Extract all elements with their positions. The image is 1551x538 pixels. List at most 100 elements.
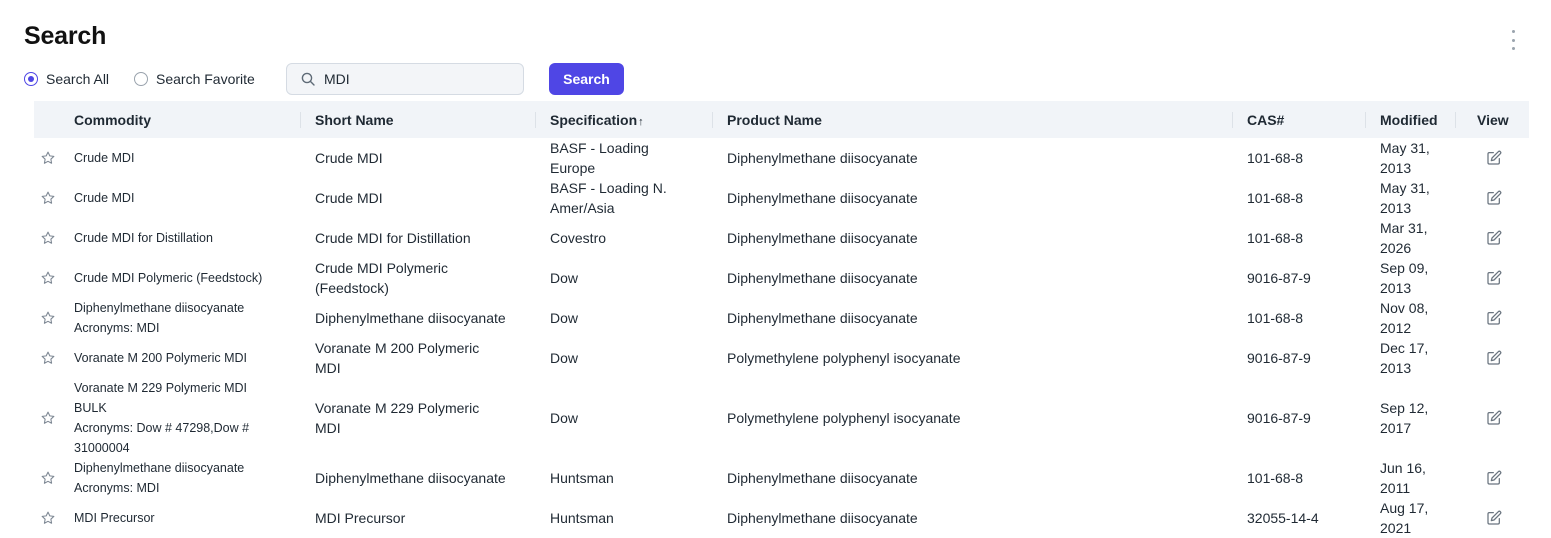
- cell-short-name: Crude MDI: [315, 178, 530, 218]
- cell-cas: 9016-87-9: [1247, 378, 1362, 458]
- table-row: Crude MDI for Distillation Crude MDI for …: [34, 218, 1529, 258]
- cell-specification-line: Europe: [550, 160, 596, 176]
- cell-modified: Jun 16, 2011: [1380, 458, 1450, 498]
- cell-commodity: Crude MDI Polymeric (Feedstock): [74, 258, 294, 298]
- cell-short-name-line: Voranate M 229 Polymeric: [315, 400, 480, 416]
- cell-commodity-line: BULK: [74, 401, 107, 415]
- cell-modified: Sep 12, 2017: [1380, 378, 1450, 458]
- cell-commodity-line: Acronyms: MDI: [74, 321, 160, 335]
- cell-product-name: Diphenylmethane diisocyanate: [727, 218, 1227, 258]
- cell-commodity: Diphenylmethane diisocyanate Acronyms: MD…: [74, 458, 294, 498]
- search-button[interactable]: Search: [549, 63, 624, 95]
- cell-specification-line: Huntsman: [550, 510, 614, 526]
- cell-short-name: MDI Precursor: [315, 498, 530, 538]
- cell-cas: 9016-87-9: [1247, 258, 1362, 298]
- radio-search-all[interactable]: Search All: [24, 71, 109, 87]
- cell-product-name-text: Diphenylmethane diisocyanate: [727, 230, 918, 246]
- cell-product-name: Diphenylmethane diisocyanate: [727, 458, 1227, 498]
- cell-modified: Aug 17, 2021: [1380, 498, 1450, 538]
- cell-modified-line: Dec 17,: [1380, 340, 1429, 356]
- column-divider: [1232, 112, 1233, 128]
- cell-modified-line: May 31,: [1380, 180, 1430, 196]
- star-icon[interactable]: [40, 230, 56, 251]
- cell-short-name: Diphenylmethane diisocyanate: [315, 458, 530, 498]
- edit-icon[interactable]: [1486, 150, 1502, 171]
- column-header-modified[interactable]: Modified: [1380, 112, 1438, 128]
- column-divider: [712, 112, 713, 128]
- column-header-specification[interactable]: Specification↑: [550, 112, 644, 128]
- column-header-cas[interactable]: CAS#: [1247, 112, 1284, 128]
- star-icon[interactable]: [40, 510, 56, 531]
- cell-commodity-line: Diphenylmethane diisocyanate: [74, 301, 245, 315]
- cell-modified-line: Jun 16,: [1380, 460, 1426, 476]
- cell-modified-line: 2013: [1380, 280, 1412, 296]
- radio-search-favorite[interactable]: Search Favorite: [134, 71, 255, 87]
- cell-product-name: Diphenylmethane diisocyanate: [727, 258, 1227, 298]
- cell-specification-line: Dow: [550, 410, 579, 426]
- cell-short-name-line: MDI: [315, 360, 341, 376]
- cell-product-name-text: Diphenylmethane diisocyanate: [727, 190, 918, 206]
- cell-short-name: Crude MDI for Distillation: [315, 218, 530, 258]
- edit-icon[interactable]: [1486, 230, 1502, 251]
- more-vertical-icon[interactable]: [1505, 30, 1521, 50]
- search-icon: [301, 72, 315, 86]
- cell-cas: 101-68-8: [1247, 458, 1362, 498]
- search-field[interactable]: [286, 63, 524, 95]
- cell-modified-line: 2013: [1380, 360, 1412, 376]
- cell-short-name: Voranate M 229 Polymeric MDI: [315, 378, 530, 458]
- cell-commodity-line: Acronyms: Dow # 47298,Dow #: [74, 421, 250, 435]
- star-icon[interactable]: [40, 150, 56, 171]
- cell-modified: May 31, 2013: [1380, 138, 1450, 178]
- star-icon[interactable]: [40, 470, 56, 491]
- edit-icon[interactable]: [1486, 270, 1502, 291]
- cell-short-name-line: Crude MDI for Distillation: [315, 230, 471, 246]
- cell-modified: May 31, 2013: [1380, 178, 1450, 218]
- cell-product-name-text: Polymethylene polyphenyl isocyanate: [727, 350, 961, 366]
- column-header-short-name[interactable]: Short Name: [315, 112, 394, 128]
- edit-icon[interactable]: [1486, 470, 1502, 491]
- cell-modified-line: 2013: [1380, 160, 1412, 176]
- cell-commodity: Crude MDI for Distillation: [74, 218, 294, 258]
- cell-short-name: Crude MDI: [315, 138, 530, 178]
- table-row: Voranate M 229 Polymeric MDI BULK Acronyms…: [34, 378, 1529, 458]
- column-divider: [1455, 112, 1456, 128]
- cell-commodity-line: MDI Precursor: [74, 511, 155, 525]
- column-header-commodity[interactable]: Commodity: [74, 112, 151, 128]
- column-header-product-name[interactable]: Product Name: [727, 112, 822, 128]
- table-row: MDI Precursor MDI Precursor Huntsman Diphen…: [34, 498, 1529, 538]
- cell-modified: Mar 31, 2026: [1380, 218, 1450, 258]
- edit-icon[interactable]: [1486, 510, 1502, 531]
- cell-modified: Nov 08, 2012: [1380, 298, 1450, 338]
- cell-specification-line: BASF - Loading: [550, 140, 649, 156]
- radio-search-favorite-label: Search Favorite: [156, 71, 255, 87]
- cell-specification: Dow: [550, 338, 710, 378]
- star-icon[interactable]: [40, 410, 56, 431]
- cell-short-name: Crude MDI Polymeric (Feedstock): [315, 258, 530, 298]
- table-row: Voranate M 200 Polymeric MDI Voranate M 2…: [34, 338, 1529, 378]
- edit-icon[interactable]: [1486, 410, 1502, 431]
- star-icon[interactable]: [40, 310, 56, 331]
- cell-commodity-line: Acronyms: MDI: [74, 481, 160, 495]
- cell-modified-line: 2021: [1380, 520, 1412, 536]
- cell-specification: BASF - Loading N. Amer/Asia: [550, 178, 710, 218]
- star-icon[interactable]: [40, 350, 56, 371]
- page-title: Search: [24, 22, 107, 50]
- edit-icon[interactable]: [1486, 310, 1502, 331]
- cell-modified-line: Sep 09,: [1380, 260, 1429, 276]
- cell-short-name-line: Diphenylmethane diisocyanate: [315, 310, 506, 326]
- arrow-up-icon: ↑: [638, 116, 644, 128]
- cell-cas: 32055-14-4: [1247, 498, 1362, 538]
- star-icon[interactable]: [40, 270, 56, 291]
- edit-icon[interactable]: [1486, 350, 1502, 371]
- cell-product-name-text: Diphenylmethane diisocyanate: [727, 470, 918, 486]
- star-icon[interactable]: [40, 190, 56, 211]
- cell-modified-line: 2026: [1380, 240, 1412, 256]
- radio-unchecked-icon: [134, 72, 148, 86]
- cell-product-name: Polymethylene polyphenyl isocyanate: [727, 378, 1227, 458]
- cell-modified-line: 2011: [1380, 480, 1411, 496]
- edit-icon[interactable]: [1486, 190, 1502, 211]
- cell-commodity: Crude MDI: [74, 178, 294, 218]
- search-input[interactable]: [324, 71, 504, 87]
- cell-cas-text: 9016-87-9: [1247, 270, 1311, 286]
- cell-cas-text: 32055-14-4: [1247, 510, 1319, 526]
